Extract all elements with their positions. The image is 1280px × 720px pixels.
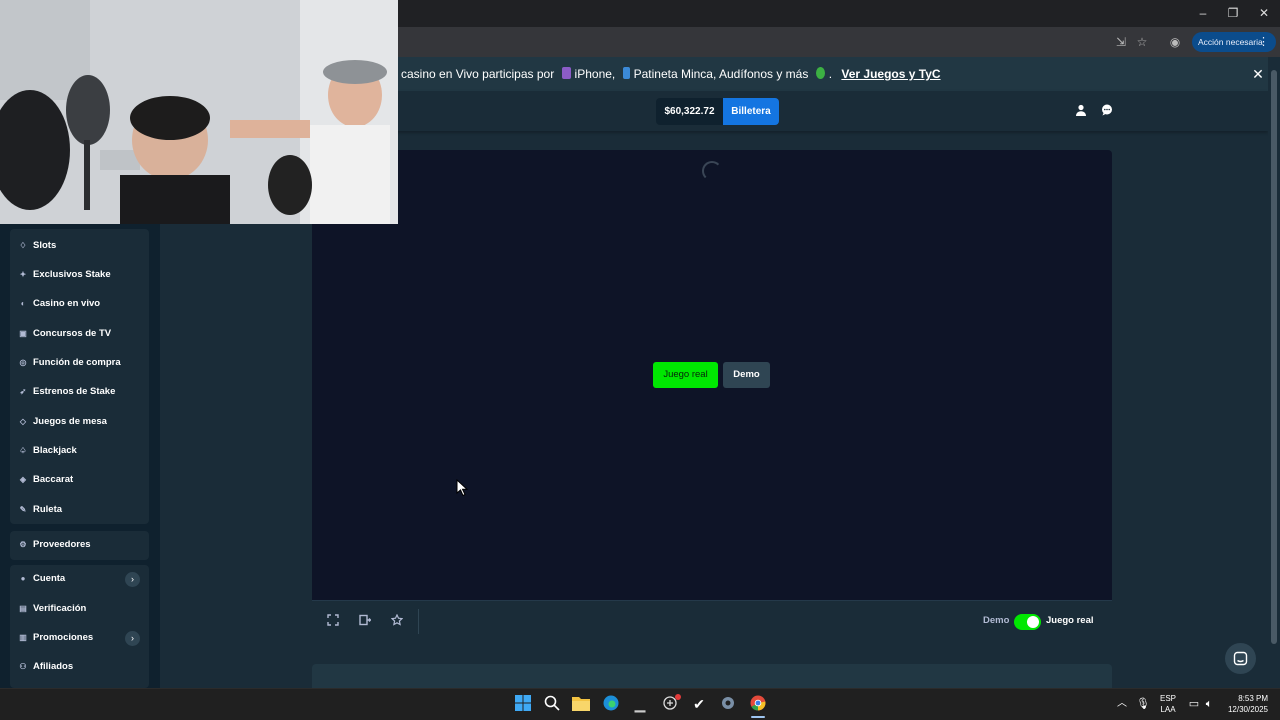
- bookmark-star-icon[interactable]: ☆: [1134, 34, 1150, 50]
- close-window-icon[interactable]: ✕: [1257, 6, 1271, 20]
- demo-real-toggle[interactable]: [1014, 614, 1041, 630]
- chat-bubble-icon: [1233, 651, 1248, 666]
- sidebar-item-casino-vivo[interactable]: ◐ Casino en vivo: [18, 295, 100, 313]
- banner-text: casino en Vivo participas por: [401, 67, 555, 81]
- cuenta-chevron-icon[interactable]: ›: [125, 572, 140, 587]
- footer-divider: [418, 609, 419, 634]
- gift-icon: ▥: [19, 633, 27, 642]
- sidebar-item-blackjack[interactable]: ♤ Blackjack: [18, 442, 76, 460]
- webcam-overlay: [0, 0, 398, 224]
- affiliate-icon: ⚇: [19, 662, 27, 671]
- chat-icon[interactable]: [1100, 104, 1114, 118]
- baccarat-icon: ◈: [19, 475, 27, 484]
- chrome-browser-icon[interactable]: [749, 695, 767, 713]
- favorite-star-icon[interactable]: [390, 613, 404, 628]
- profile-icon[interactable]: ◉: [1167, 34, 1183, 50]
- slot-icon: ♢: [19, 241, 27, 250]
- id-icon: ▤: [19, 604, 27, 613]
- install-app-icon[interactable]: ⇲: [1113, 34, 1129, 50]
- more-menu-icon: ⋮: [1258, 36, 1269, 48]
- sidebar-item-concursos-tv[interactable]: ▣ Concursos de TV: [18, 325, 111, 343]
- minimize-icon[interactable]: –: [1196, 6, 1210, 20]
- search-icon[interactable]: [543, 695, 561, 713]
- tv-icon: ▣: [19, 329, 27, 338]
- user-icon[interactable]: [1074, 104, 1088, 118]
- edge-browser-icon[interactable]: [602, 695, 620, 713]
- microphone-icon[interactable]: 🎙︎: [1134, 695, 1152, 713]
- dice-icon: ◇: [19, 417, 27, 426]
- toggle-knob: [1027, 616, 1039, 628]
- user-icon: ●: [20, 574, 26, 583]
- scrollbar-thumb[interactable]: [1271, 70, 1277, 644]
- sidebar-item-juegos-mesa[interactable]: ◇ Juegos de mesa: [18, 413, 107, 431]
- providers-icon: ⚙: [19, 540, 27, 549]
- phone-emoji-icon: [561, 67, 571, 79]
- banner-item-prizes: Patineta Minca, Audífonos y más: [633, 67, 809, 81]
- restore-icon[interactable]: ❐: [1226, 6, 1240, 20]
- clover-emoji-icon: [815, 67, 825, 79]
- sidebar-item-ruleta[interactable]: ✎ Ruleta: [18, 501, 62, 519]
- sidebar-item-promociones[interactable]: ▥ Promociones: [18, 629, 93, 647]
- sidebar-item-verificacion[interactable]: ▤ Verificación: [18, 600, 86, 618]
- sidebar-item-proveedores[interactable]: ⚙ Proveedores: [18, 536, 90, 554]
- app-icon[interactable]: ▁: [631, 695, 649, 713]
- windows-start-icon[interactable]: [514, 695, 532, 713]
- sidebar-item-slots[interactable]: ♢ Slots: [18, 237, 56, 255]
- roulette-icon: ✎: [19, 505, 27, 514]
- sidebar-item-exclusivos[interactable]: ✦ Exclusivos Stake: [18, 266, 111, 284]
- loading-spinner-icon: [702, 161, 722, 181]
- live-icon: ◐: [20, 299, 26, 308]
- toggle-real-label: Juego real: [1046, 615, 1094, 626]
- system-clock[interactable]: 8:53 PM 12/30/2025: [1222, 693, 1268, 715]
- support-chat-button[interactable]: [1225, 643, 1256, 674]
- banner-close-icon[interactable]: ✕: [1250, 66, 1266, 82]
- notification-dot: [675, 694, 681, 700]
- mouse-cursor-icon: [456, 478, 470, 497]
- banner-period: .: [828, 67, 833, 81]
- scooter-emoji-icon: [622, 67, 630, 79]
- fullscreen-icon[interactable]: [326, 614, 340, 628]
- sidebar-item-funcion-compra[interactable]: ◎ Función de compra: [18, 354, 121, 372]
- action-required-label: Acción necesaria: [1198, 37, 1263, 47]
- rocket-icon: ➶: [19, 387, 27, 396]
- active-app-indicator: [751, 716, 765, 718]
- tray-overflow-icon[interactable]: ︿: [1113, 695, 1131, 713]
- theater-mode-icon[interactable]: [358, 614, 372, 628]
- sidebar-item-cuenta[interactable]: ● Cuenta: [18, 570, 66, 588]
- settings-gear-icon[interactable]: [719, 695, 737, 713]
- star-icon: ✦: [19, 270, 27, 279]
- wallet-button[interactable]: Billetera: [723, 98, 779, 125]
- input-language[interactable]: ESP LAA: [1158, 693, 1178, 715]
- tasks-check-icon[interactable]: ✔: [690, 695, 708, 713]
- buy-icon: ◎: [19, 358, 27, 367]
- promociones-chevron-icon[interactable]: ›: [125, 631, 140, 646]
- sidebar-item-afiliados[interactable]: ⚇ Afiliados: [18, 658, 73, 676]
- real-play-button[interactable]: Juego real: [653, 362, 718, 388]
- banner-item-iphone: iPhone,: [574, 67, 616, 81]
- balance-display[interactable]: $60,322.72: [656, 98, 723, 125]
- demo-button[interactable]: Demo: [723, 362, 770, 388]
- cards-icon: ♤: [19, 446, 27, 455]
- toggle-demo-label: Demo: [983, 615, 1010, 626]
- sidebar-item-estrenos[interactable]: ➶ Estrenos de Stake: [18, 383, 116, 401]
- banner-link[interactable]: Ver Juegos y TyC: [841, 67, 940, 81]
- volume-icon[interactable]: 🔈︎: [1200, 695, 1218, 713]
- file-explorer-icon[interactable]: [572, 695, 590, 713]
- action-required-button[interactable]: Acción necesaria ⋮: [1192, 32, 1276, 52]
- sidebar-item-baccarat[interactable]: ◈ Baccarat: [18, 471, 73, 489]
- game-info-panel[interactable]: [312, 664, 1112, 688]
